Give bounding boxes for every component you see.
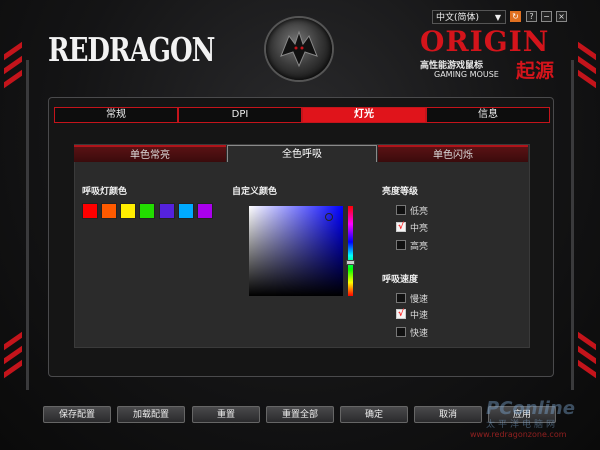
cancel-button[interactable]: 取消 [414,406,482,423]
origin-logo-big-cn: 起源 [516,60,555,82]
watermark-cn: 太平洋电脑网 [486,420,559,430]
main-tabs: 常规 DPI 灯光 信息 [54,107,550,123]
brightness-label: 亮度等级 [382,187,419,197]
minimize-button[interactable]: − [541,11,552,22]
watermark-logo: PConline [486,398,575,419]
dragon-emblem-icon [266,18,332,80]
help-button[interactable]: ? [526,11,537,22]
ok-button[interactable]: 确定 [340,406,408,423]
close-button[interactable]: × [556,11,567,22]
chevron-down-icon: ▼ [494,13,501,22]
tab-dpi[interactable]: DPI [178,107,302,123]
origin-logo-subtitle-en: GAMING MOUSE [434,70,499,79]
left-edge-line [26,60,29,390]
origin-logo-text: ORIGIN [420,25,550,58]
tab-lighting[interactable]: 灯光 [302,107,426,123]
speed-label: 呼吸速度 [382,275,419,285]
brightness-mid-label: 中亮 [410,224,429,234]
right-edge-line [571,60,574,390]
breathing-color-label: 呼吸灯颜色 [82,187,128,197]
reset-all-button[interactable]: 重置全部 [266,406,334,423]
color-swatch-blue[interactable] [178,203,194,219]
color-swatch-green[interactable] [139,203,155,219]
left-rail-decoration [4,41,22,418]
speed-slow-label: 慢速 [410,295,429,305]
brightness-low-label: 低亮 [410,207,429,217]
right-rail-decoration [578,41,596,418]
watermark-url: www.redragonzone.com [470,430,567,439]
hue-slider[interactable] [348,206,353,296]
speed-slow-checkbox[interactable] [396,293,406,303]
speed-mid-checkbox[interactable]: √ [396,309,406,319]
speed-mid-label: 中速 [410,311,429,321]
tab-info[interactable]: 信息 [426,107,550,123]
hue-slider-handle[interactable] [346,260,355,265]
color-swatch-indigo[interactable] [159,203,175,219]
language-select[interactable]: 中文(简体) ▼ [432,10,506,24]
subtab-breathing[interactable]: 全色呼吸 [227,145,377,162]
refresh-icon[interactable]: ↻ [510,11,521,22]
color-swatch-yellow[interactable] [120,203,136,219]
tab-general[interactable]: 常规 [54,107,178,123]
app-window: REDRAGON ORIGIN 高性能游戏鼠标 GAMING MOUSE 起源 … [0,0,600,450]
color-swatch-orange[interactable] [101,203,117,219]
speed-fast-label: 快速 [410,329,429,339]
subtab-flash[interactable]: 单色闪烁 [378,145,528,162]
redragon-logo: REDRAGON [48,32,215,70]
brightness-mid-checkbox[interactable]: √ [396,222,406,232]
language-select-value: 中文(简体) [436,13,480,23]
color-picker-area[interactable] [249,206,343,296]
brightness-high-checkbox[interactable] [396,240,406,250]
reset-button[interactable]: 重置 [192,406,260,423]
brightness-low-checkbox[interactable] [396,205,406,215]
color-swatch-purple[interactable] [197,203,213,219]
lighting-subtabs: 单色常亮 全色呼吸 单色闪烁 [74,145,528,163]
origin-logo: ORIGIN 高性能游戏鼠标 GAMING MOUSE 起源 [420,25,560,83]
custom-color-label: 自定义颜色 [232,187,278,197]
color-picker-cursor[interactable] [325,213,333,221]
load-profile-button[interactable]: 加载配置 [117,406,185,423]
brightness-high-label: 高亮 [410,242,429,252]
subtab-static[interactable]: 单色常亮 [74,145,226,162]
color-swatch-red[interactable] [82,203,98,219]
speed-fast-checkbox[interactable] [396,327,406,337]
save-profile-button[interactable]: 保存配置 [43,406,111,423]
